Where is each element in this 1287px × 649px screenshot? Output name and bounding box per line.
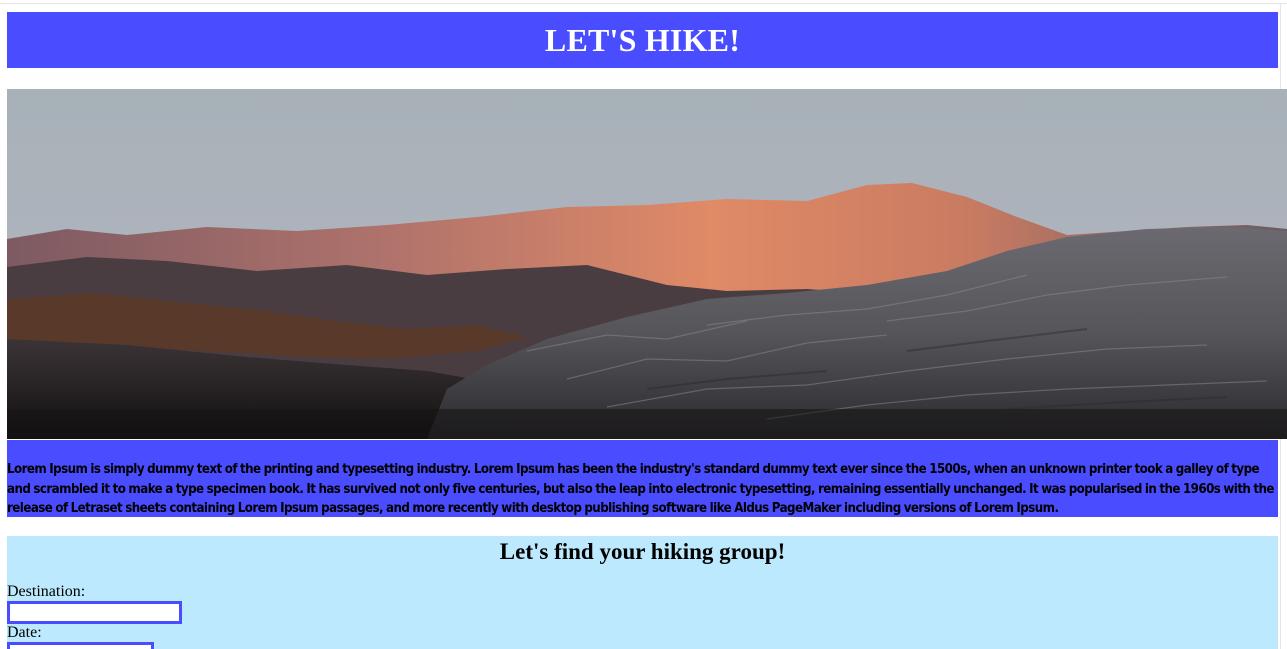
hero-image: [7, 89, 1287, 439]
page: LET'S HIKE! Lorem Ipsum is simply dummy …: [0, 0, 1287, 649]
date-input[interactable]: [7, 642, 154, 649]
form-heading: Let's find your hiking group!: [499, 539, 786, 564]
mountain-landscape-image: [7, 89, 1287, 439]
destination-label: Destination:: [7, 583, 86, 600]
page-title: LET'S HIKE!: [544, 21, 741, 58]
top-divider: [0, 3, 1287, 4]
destination-input[interactable]: [7, 601, 182, 624]
intro-text: Lorem Ipsum is simply dummy text of the …: [7, 462, 1274, 516]
intro-section: Lorem Ipsum is simply dummy text of the …: [7, 440, 1278, 517]
date-label: Date:: [7, 624, 42, 641]
hiking-group-form: Let's find your hiking group! Destinatio…: [7, 536, 1278, 649]
site-header: LET'S HIKE!: [7, 12, 1278, 68]
